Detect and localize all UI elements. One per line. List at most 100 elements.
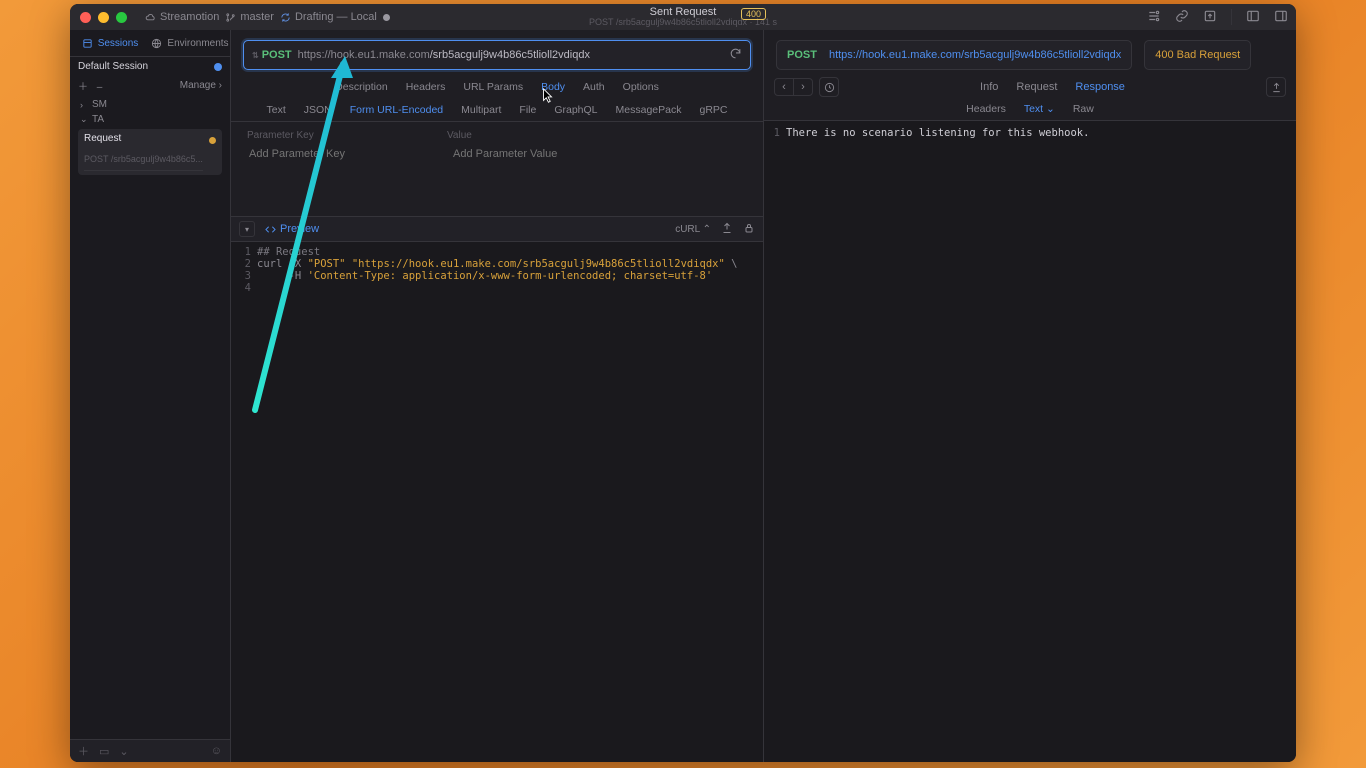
app-window: Streamotion master Drafting — Local Sent…: [70, 4, 1296, 762]
link-icon[interactable]: [1175, 9, 1189, 23]
preview-toolbar: ▾ Preview cURL ⌃: [231, 216, 763, 242]
tab-environments[interactable]: Environments: [150, 38, 230, 49]
sessions-icon: [82, 38, 93, 49]
history-button[interactable]: [819, 77, 839, 97]
chevron-right-icon: ›: [80, 100, 88, 110]
body-multipart[interactable]: Multipart: [461, 104, 501, 116]
branch-selector[interactable]: master: [225, 11, 274, 23]
titlebar: Streamotion master Drafting — Local Sent…: [70, 4, 1296, 30]
zoom-window-button[interactable]: [116, 12, 127, 23]
form-params: Parameter Key Value: [231, 122, 763, 216]
sync-icon: [280, 12, 291, 23]
clock-icon: [824, 82, 835, 93]
folder-label: TA: [92, 114, 104, 125]
minimize-window-button[interactable]: [98, 12, 109, 23]
history-next-button[interactable]: ›: [794, 79, 812, 95]
tab-sessions[interactable]: Sessions: [70, 38, 150, 49]
body-text[interactable]: Text: [266, 104, 285, 116]
lock-button[interactable]: [743, 222, 755, 237]
history-prev-button[interactable]: ‹: [775, 79, 794, 95]
tab-url-params[interactable]: URL Params: [463, 81, 523, 93]
workspace-selector[interactable]: Streamotion: [145, 11, 219, 23]
branch-name: master: [240, 11, 274, 23]
preview-label[interactable]: Preview: [265, 223, 319, 235]
code-preview[interactable]: 1## Request 2curl -X "POST" "https://hoo…: [231, 242, 763, 762]
export-response-button[interactable]: [1266, 77, 1286, 97]
response-url-bar: POST https://hook.eu1.make.com/srb5acgul…: [776, 40, 1132, 70]
footer-new-folder-button[interactable]: ▭: [99, 745, 109, 758]
folder-ta[interactable]: ⌄ TA: [74, 112, 226, 127]
body-form[interactable]: Form URL-Encoded: [350, 104, 443, 116]
body-file[interactable]: File: [519, 104, 536, 116]
export-icon[interactable]: [1203, 9, 1217, 23]
footer-add-button[interactable]: ＋: [78, 743, 89, 759]
tab-body[interactable]: Body: [541, 81, 565, 93]
tab-description[interactable]: Description: [335, 81, 388, 93]
request-status-dot: [209, 137, 216, 144]
collapse-toggle[interactable]: ▾: [239, 221, 255, 237]
refresh-icon: [729, 47, 742, 60]
sync-status[interactable]: Drafting — Local: [280, 11, 377, 23]
resp-sub-raw[interactable]: Raw: [1073, 103, 1094, 115]
export-icon: [1271, 82, 1282, 93]
body-messagepack[interactable]: MessagePack: [616, 104, 682, 116]
folder-sm[interactable]: › SM: [74, 97, 226, 112]
environments-icon: [151, 38, 162, 49]
response-body[interactable]: 1There is no scenario listening for this…: [764, 121, 1296, 762]
panel-right-icon[interactable]: [1274, 9, 1288, 23]
resp-tab-info[interactable]: Info: [980, 81, 998, 93]
cloud-icon: [145, 12, 156, 23]
lock-icon: [743, 222, 755, 234]
workspace-name: Streamotion: [160, 11, 219, 23]
share-icon: [721, 222, 733, 234]
remove-button[interactable]: –: [97, 82, 103, 93]
response-url: https://hook.eu1.make.com/srb5acgulj9w4b…: [829, 49, 1121, 61]
request-tree: › SM ⌄ TA Request POST /srb5acgulj9w4b86…: [70, 95, 230, 179]
manage-link[interactable]: Manage ›: [180, 80, 222, 91]
environment-dot[interactable]: [214, 63, 222, 71]
response-pane: POST https://hook.eu1.make.com/srb5acgul…: [764, 30, 1296, 762]
toolbar-right: [1147, 9, 1288, 25]
body-type-tabs: Text JSON Form URL-Encoded Multipart Fil…: [231, 99, 763, 122]
url-field[interactable]: https://hook.eu1.make.com/srb5acgulj9w4b…: [298, 49, 590, 61]
send-button[interactable]: [729, 47, 742, 63]
resp-sub-text[interactable]: Text ⌄: [1024, 103, 1055, 115]
copy-button[interactable]: [721, 222, 733, 237]
status-badge: 400: [741, 8, 766, 20]
resp-tab-response[interactable]: Response: [1075, 81, 1125, 93]
sidebar-request-item[interactable]: Request POST /srb5acgulj9w4b86c5...: [78, 129, 222, 175]
body-graphql[interactable]: GraphQL: [554, 104, 597, 116]
resp-tab-request[interactable]: Request: [1016, 81, 1057, 93]
footer-filter-button[interactable]: ⌄: [119, 745, 128, 758]
tab-headers[interactable]: Headers: [406, 81, 446, 93]
tab-environments-label: Environments: [167, 38, 228, 49]
http-method-selector[interactable]: ⇅POST: [252, 49, 292, 61]
param-value-input[interactable]: [451, 147, 597, 161]
request-subtitle: POST /srb5acgulj9w4b86c5...: [84, 148, 203, 171]
response-toolbar: ‹ › Info Request Response: [764, 76, 1296, 98]
response-status: 400 Bad Request: [1144, 40, 1251, 70]
add-button[interactable]: ＋: [78, 82, 88, 93]
session-name: Default Session: [78, 61, 148, 72]
export-format-selector[interactable]: cURL ⌃: [675, 224, 711, 235]
request-tabs: Description Headers URL Params Body Auth…: [231, 76, 763, 99]
tab-options[interactable]: Options: [623, 81, 659, 93]
branch-icon: [225, 12, 236, 23]
close-window-button[interactable]: [80, 12, 91, 23]
column-key: Parameter Key: [247, 130, 447, 141]
body-json[interactable]: JSON: [304, 104, 332, 116]
folder-label: SM: [92, 99, 107, 110]
panel-left-icon[interactable]: [1246, 9, 1260, 23]
param-key-input[interactable]: [247, 147, 451, 161]
response-subtabs: Headers Text ⌄ Raw: [764, 98, 1296, 121]
settings-icon[interactable]: [1147, 9, 1161, 23]
chevron-down-icon: ⌄: [80, 114, 88, 125]
separator: [1231, 9, 1232, 25]
footer-smiley-icon[interactable]: ☺: [211, 745, 222, 757]
url-bar[interactable]: ⇅POST https://hook.eu1.make.com/srb5acgu…: [243, 40, 751, 70]
tab-auth[interactable]: Auth: [583, 81, 605, 93]
body-grpc[interactable]: gRPC: [699, 104, 727, 116]
resp-sub-headers[interactable]: Headers: [966, 103, 1006, 115]
code-icon: [265, 224, 276, 235]
column-value: Value: [447, 130, 472, 141]
